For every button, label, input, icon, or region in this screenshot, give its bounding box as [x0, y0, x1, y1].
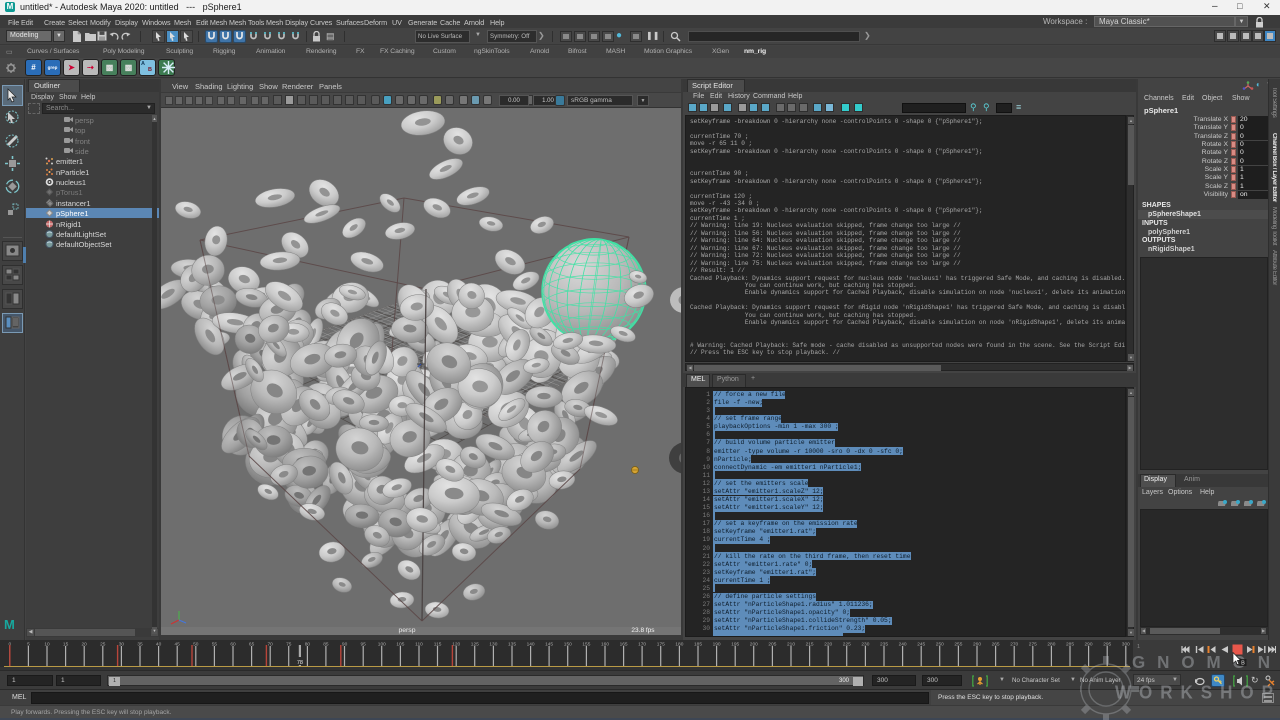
svg-text:35: 35 — [137, 642, 143, 648]
svg-text:B: B — [1241, 661, 1245, 667]
svg-text:78: 78 — [297, 660, 303, 666]
svg-text:145: 145 — [545, 642, 553, 648]
svg-text:15: 15 — [63, 642, 69, 648]
svg-text:210: 210 — [787, 642, 795, 648]
svg-text:260: 260 — [973, 642, 981, 648]
svg-text:65: 65 — [249, 642, 255, 648]
svg-text:23.8 fps: 23.8 fps — [631, 627, 655, 634]
svg-text:55: 55 — [212, 642, 218, 648]
svg-text:195: 195 — [731, 642, 739, 648]
svg-text:200: 200 — [750, 642, 758, 648]
svg-text:90: 90 — [342, 642, 348, 648]
svg-text:5: 5 — [27, 642, 30, 648]
svg-text:255: 255 — [954, 642, 962, 648]
svg-text:270: 270 — [1010, 642, 1018, 648]
svg-text:115: 115 — [434, 642, 442, 648]
svg-text:300: 300 — [1122, 642, 1130, 648]
svg-text:75: 75 — [286, 642, 292, 648]
svg-text:280: 280 — [1047, 642, 1055, 648]
svg-text:175: 175 — [657, 642, 665, 648]
svg-text:40: 40 — [156, 642, 162, 648]
svg-text:240: 240 — [899, 642, 907, 648]
svg-text:140: 140 — [527, 642, 535, 648]
svg-text:20: 20 — [82, 642, 88, 648]
svg-text:persp: persp — [398, 627, 415, 634]
svg-text:45: 45 — [175, 642, 181, 648]
svg-text:170: 170 — [638, 642, 646, 648]
svg-text:110: 110 — [415, 642, 423, 648]
svg-text:130: 130 — [489, 642, 497, 648]
svg-text:10: 10 — [44, 642, 50, 648]
svg-text:80: 80 — [305, 642, 311, 648]
svg-text:100: 100 — [378, 642, 386, 648]
svg-text:120: 120 — [452, 642, 460, 648]
svg-text:50: 50 — [193, 642, 199, 648]
svg-text:235: 235 — [880, 642, 888, 648]
svg-text:125: 125 — [471, 642, 479, 648]
svg-text:85: 85 — [323, 642, 329, 648]
svg-text:60: 60 — [230, 642, 236, 648]
svg-text:245: 245 — [917, 642, 925, 648]
svg-text:135: 135 — [508, 642, 516, 648]
svg-text:220: 220 — [824, 642, 832, 648]
svg-text:290: 290 — [1084, 642, 1092, 648]
svg-text:265: 265 — [992, 642, 1000, 648]
svg-text:250: 250 — [936, 642, 944, 648]
svg-text:25: 25 — [100, 642, 106, 648]
svg-text:160: 160 — [601, 642, 609, 648]
svg-text:275: 275 — [1029, 642, 1037, 648]
svg-text:190: 190 — [713, 642, 721, 648]
svg-text:205: 205 — [768, 642, 776, 648]
svg-text:285: 285 — [1066, 642, 1074, 648]
svg-text:185: 185 — [694, 642, 702, 648]
svg-text:230: 230 — [861, 642, 869, 648]
svg-text:165: 165 — [620, 642, 628, 648]
svg-text:215: 215 — [806, 642, 814, 648]
svg-text:95: 95 — [361, 642, 367, 648]
svg-text:150: 150 — [564, 642, 572, 648]
svg-text:105: 105 — [396, 642, 404, 648]
svg-text:70: 70 — [268, 642, 274, 648]
svg-text:295: 295 — [1103, 642, 1111, 648]
svg-text:30: 30 — [119, 642, 125, 648]
svg-text:155: 155 — [582, 642, 590, 648]
svg-text:180: 180 — [675, 642, 683, 648]
svg-text:225: 225 — [843, 642, 851, 648]
